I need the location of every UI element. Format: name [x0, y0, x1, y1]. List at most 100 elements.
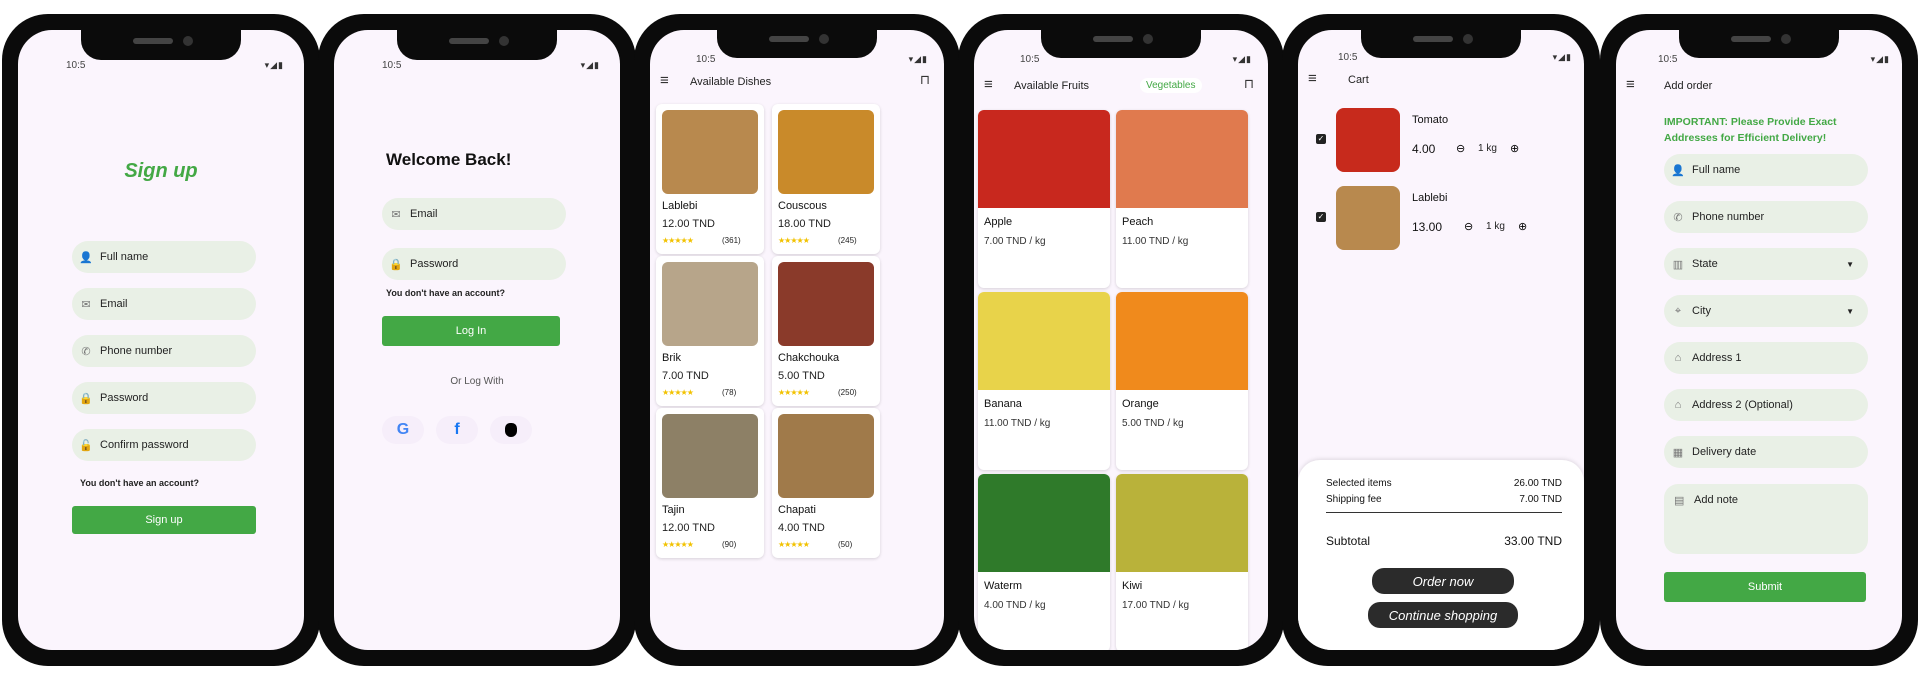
shopping-bag-icon[interactable]: ⊓ — [920, 72, 930, 88]
item-checkbox-lablebi[interactable]: ✓ — [1316, 212, 1326, 222]
selected-items-label: Selected items — [1326, 478, 1392, 489]
dish-image — [662, 262, 758, 346]
rating-stars: ★★★★★ — [778, 540, 810, 549]
notch — [397, 26, 557, 60]
showcase-stage: 10:5 ▾◢▮ Sign up 👤 Full name ✉ Email ✆ P… — [0, 0, 1920, 674]
email-field[interactable]: ✉ Email — [72, 288, 256, 320]
fruit-image — [978, 474, 1110, 572]
fruit-image — [1116, 474, 1248, 572]
fruit-card-apple[interactable]: Apple 7.00 TND / kg — [978, 110, 1110, 288]
fruit-card-orange[interactable]: Orange 5.00 TND / kg — [1116, 292, 1248, 470]
divider — [1326, 512, 1562, 513]
dish-image — [778, 414, 874, 498]
rating-count: (361) — [722, 236, 741, 245]
cart-item-price: 4.00 — [1412, 142, 1436, 156]
login-button[interactable]: Log In — [382, 316, 560, 346]
dish-card-brik[interactable]: Brik 7.00 TND ★★★★★ (78) — [656, 256, 764, 406]
fruit-name: Kiwi — [1122, 580, 1143, 592]
continue-shopping-button[interactable]: Continue shopping — [1368, 602, 1518, 628]
dish-name: Chapati — [778, 504, 816, 516]
full-name-field[interactable]: 👤 Full name — [72, 241, 256, 273]
notch — [81, 26, 241, 60]
phone-number-placeholder: Phone number — [1692, 211, 1765, 223]
signup-title: Sign up — [124, 160, 198, 182]
rating-stars: ★★★★★ — [662, 540, 694, 549]
delivery-notice: IMPORTANT: Please Provide Exact Addresse… — [1664, 116, 1837, 144]
dish-card-lablebi[interactable]: Lablebi 12.00 TND ★★★★★ (361) — [656, 104, 764, 254]
state-dropdown[interactable]: ▥ State ▼ — [1664, 248, 1868, 280]
order-now-button[interactable]: Order now — [1372, 568, 1514, 594]
signup-account-prompt[interactable]: You don't have an account? — [80, 478, 199, 488]
phone-field[interactable]: ✆ Phone number — [72, 335, 256, 367]
rating-stars: ★★★★★ — [778, 388, 810, 397]
dish-card-chakchouka[interactable]: Chakchouka 5.00 TND ★★★★★ (250) — [772, 256, 880, 406]
person-icon: 👤 — [79, 251, 93, 264]
lock-outline-icon: 🔓 — [79, 439, 93, 452]
rating-stars: ★★★★★ — [662, 388, 694, 397]
rating-count: (245) — [838, 236, 857, 245]
add-order-screen: 10:5 ▾◢▮ ≡ Add order IMPORTANT: Please P… — [1616, 30, 1902, 650]
note-icon: ▤ — [1674, 495, 1685, 507]
status-icons: ▾◢▮ — [1552, 52, 1572, 62]
apple-button[interactable] — [490, 416, 532, 444]
dish-card-couscous[interactable]: Couscous 18.00 TND ★★★★★ (245) — [772, 104, 880, 254]
vegetables-tab[interactable]: Vegetables — [1140, 78, 1202, 93]
fruit-card-banana[interactable]: Banana 11.00 TND / kg — [978, 292, 1110, 470]
dish-image — [778, 110, 874, 194]
password-field[interactable]: 🔒 Password — [72, 382, 256, 414]
increment-icon[interactable]: ⊕ — [1510, 142, 1519, 155]
status-time: 10:5 — [382, 60, 402, 71]
menu-icon[interactable]: ≡ — [1626, 76, 1635, 93]
item-checkbox-tomato[interactable]: ✓ — [1316, 134, 1326, 144]
menu-icon[interactable]: ≡ — [984, 76, 993, 93]
rating-count: (90) — [722, 540, 737, 549]
full-name-placeholder: Full name — [1692, 164, 1741, 176]
dish-price: 18.00 TND — [778, 218, 831, 230]
add-note-field[interactable]: ▤ Add note — [1664, 484, 1868, 554]
notch — [1361, 24, 1521, 58]
menu-icon[interactable]: ≡ — [1308, 70, 1317, 87]
cart-item-name: Lablebi — [1412, 192, 1448, 204]
password-placeholder: Password — [100, 392, 149, 404]
google-button[interactable]: G — [382, 416, 424, 444]
or-log-with-label: Or Log With — [450, 376, 504, 387]
fruit-card-peach[interactable]: Peach 11.00 TND / kg — [1116, 110, 1248, 288]
calendar-icon: ▦ — [1672, 446, 1684, 459]
subtotal-value: 33.00 TND — [1504, 534, 1562, 548]
menu-icon[interactable]: ≡ — [660, 72, 669, 89]
address-2-field[interactable]: ⌂ Address 2 (Optional) — [1664, 389, 1868, 421]
full-name-field[interactable]: 👤 Full name — [1664, 154, 1868, 186]
signup-screen: 10:5 ▾◢▮ Sign up 👤 Full name ✉ Email ✆ P… — [18, 30, 304, 650]
decrement-icon[interactable]: ⊖ — [1464, 220, 1473, 233]
password-field[interactable]: 🔒 Password — [382, 248, 566, 280]
lock-icon: 🔒 — [389, 258, 403, 271]
delivery-date-field[interactable]: ▦ Delivery date — [1664, 436, 1868, 468]
signup-button[interactable]: Sign up — [72, 506, 256, 534]
fruits-title: Available Fruits — [1014, 80, 1089, 92]
address-1-field[interactable]: ⌂ Address 1 — [1664, 342, 1868, 374]
dish-card-chapati[interactable]: Chapati 4.00 TND ★★★★★ (50) — [772, 408, 880, 558]
home-icon: ⌂ — [1674, 352, 1682, 364]
building-icon: ▥ — [1672, 258, 1684, 271]
email-field[interactable]: ✉ Email — [382, 198, 566, 230]
dish-card-tajin[interactable]: Tajin 12.00 TND ★★★★★ (90) — [656, 408, 764, 558]
confirm-password-field[interactable]: 🔓 Confirm password — [72, 429, 256, 461]
shopping-bag-icon[interactable]: ⊓ — [1244, 76, 1254, 92]
facebook-button[interactable]: f — [436, 416, 478, 444]
increment-icon[interactable]: ⊕ — [1518, 220, 1527, 233]
login-account-prompt[interactable]: You don't have an account? — [386, 288, 505, 298]
dish-price: 12.00 TND — [662, 522, 715, 534]
notch — [1041, 24, 1201, 58]
phone-cart: 10:5 ▾◢▮ ≡ Cart ✓ Tomato 4.00 ⊖ 1 kg ⊕ ✓… — [1282, 14, 1600, 666]
phone-number-field[interactable]: ✆ Phone number — [1664, 201, 1868, 233]
fruit-card-watermelon[interactable]: Waterm 4.00 TND / kg — [978, 474, 1110, 650]
decrement-icon[interactable]: ⊖ — [1456, 142, 1465, 155]
city-dropdown[interactable]: ⌖ City ▼ — [1664, 295, 1868, 327]
fruit-card-kiwi[interactable]: Kiwi 17.00 TND / kg — [1116, 474, 1248, 650]
dish-name: Lablebi — [662, 200, 698, 212]
dish-name: Tajin — [662, 504, 685, 516]
rating-count: (250) — [838, 388, 857, 397]
dish-price: 12.00 TND — [662, 218, 715, 230]
submit-button[interactable]: Submit — [1664, 572, 1866, 602]
fruit-image — [978, 292, 1110, 390]
